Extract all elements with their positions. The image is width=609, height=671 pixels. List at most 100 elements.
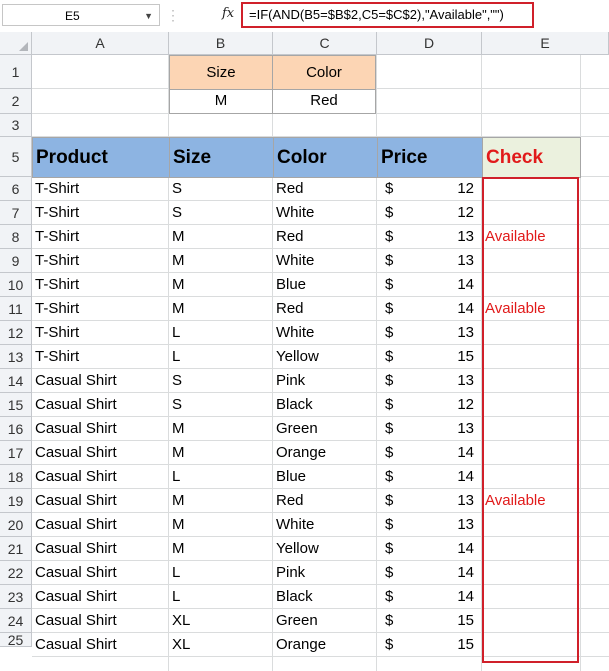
cell-color[interactable]: Pink (273, 561, 377, 585)
lookup-size-value[interactable]: M (169, 89, 273, 114)
cell-product[interactable]: T-Shirt (32, 249, 169, 273)
header-check[interactable]: Check (482, 137, 581, 178)
cell-price[interactable]: $15 (377, 633, 482, 657)
lookup-size-header[interactable]: Size (169, 55, 273, 90)
row-header-22[interactable]: 22 (0, 561, 32, 585)
cell-product[interactable]: T-Shirt (32, 345, 169, 369)
cell-price[interactable]: $13 (377, 513, 482, 537)
cell-product[interactable]: Casual Shirt (32, 537, 169, 561)
cell-product[interactable]: Casual Shirt (32, 489, 169, 513)
row-header-16[interactable]: 16 (0, 417, 32, 441)
cell-size[interactable]: XL (169, 633, 273, 657)
cell-color[interactable]: Blue (273, 273, 377, 297)
cell-product[interactable]: Casual Shirt (32, 633, 169, 657)
row-header-7[interactable]: 7 (0, 201, 32, 225)
cell-size[interactable]: S (169, 393, 273, 417)
cell-product[interactable]: Casual Shirt (32, 609, 169, 633)
cell-size[interactable]: L (169, 465, 273, 489)
cell-color[interactable]: White (273, 321, 377, 345)
cell-price[interactable]: $14 (377, 465, 482, 489)
cell-color[interactable]: Pink (273, 369, 377, 393)
row-header-20[interactable]: 20 (0, 513, 32, 537)
cell-color[interactable]: White (273, 201, 377, 225)
cell-color[interactable]: White (273, 513, 377, 537)
row-header-14[interactable]: 14 (0, 369, 32, 393)
cell-product[interactable]: Casual Shirt (32, 393, 169, 417)
row-header-25[interactable]: 25 (0, 633, 32, 647)
row-header-24[interactable]: 24 (0, 609, 32, 633)
cell-price[interactable]: $13 (377, 489, 482, 513)
column-header-d[interactable]: D (377, 32, 482, 55)
cell-color[interactable]: Yellow (273, 345, 377, 369)
header-color[interactable]: Color (273, 137, 378, 178)
chevron-down-icon[interactable]: ▼ (144, 5, 153, 27)
cell-price[interactable]: $14 (377, 441, 482, 465)
cell-size[interactable]: M (169, 273, 273, 297)
header-product[interactable]: Product (32, 137, 170, 178)
cell-size[interactable]: XL (169, 609, 273, 633)
cell-product[interactable]: T-Shirt (32, 273, 169, 297)
cell-color[interactable]: Green (273, 417, 377, 441)
cell-color[interactable]: Red (273, 489, 377, 513)
row-header-12[interactable]: 12 (0, 321, 32, 345)
cell-price[interactable]: $13 (377, 369, 482, 393)
cell-product[interactable]: T-Shirt (32, 201, 169, 225)
cell-price[interactable]: $14 (377, 537, 482, 561)
column-header-c[interactable]: C (273, 32, 377, 55)
row-header-18[interactable]: 18 (0, 465, 32, 489)
cell-price[interactable]: $12 (377, 393, 482, 417)
cell-color[interactable]: White (273, 249, 377, 273)
select-all-button[interactable] (0, 32, 32, 55)
cell-price[interactable]: $13 (377, 321, 482, 345)
row-header-8[interactable]: 8 (0, 225, 32, 249)
column-header-a[interactable]: A (32, 32, 169, 55)
cell-color[interactable]: Blue (273, 465, 377, 489)
cell-price[interactable]: $15 (377, 609, 482, 633)
row-header-2[interactable]: 2 (0, 89, 32, 114)
cell-product[interactable]: Casual Shirt (32, 417, 169, 441)
cell-size[interactable]: L (169, 561, 273, 585)
cell-price[interactable]: $13 (377, 249, 482, 273)
cell-product[interactable]: Casual Shirt (32, 465, 169, 489)
row-header-11[interactable]: 11 (0, 297, 32, 321)
cell-color[interactable]: Orange (273, 441, 377, 465)
cell-size[interactable]: M (169, 297, 273, 321)
cell-size[interactable]: S (169, 369, 273, 393)
cell-color[interactable]: Red (273, 297, 377, 321)
row-header-6[interactable]: 6 (0, 177, 32, 201)
row-header-5[interactable]: 5 (0, 137, 32, 177)
row-header-17[interactable]: 17 (0, 441, 32, 465)
row-header-15[interactable]: 15 (0, 393, 32, 417)
row-header-1[interactable]: 1 (0, 55, 32, 89)
cell-product[interactable]: Casual Shirt (32, 441, 169, 465)
cell-color[interactable]: Green (273, 609, 377, 633)
cell-product[interactable]: T-Shirt (32, 321, 169, 345)
cell-color[interactable]: Yellow (273, 537, 377, 561)
cell-color[interactable]: Black (273, 585, 377, 609)
column-header-b[interactable]: B (169, 32, 273, 55)
header-size[interactable]: Size (169, 137, 274, 178)
cell-color[interactable]: Red (273, 225, 377, 249)
cell-color[interactable]: Red (273, 177, 377, 201)
cell-price[interactable]: $13 (377, 225, 482, 249)
lookup-color-header[interactable]: Color (272, 55, 376, 90)
cell-product[interactable]: T-Shirt (32, 297, 169, 321)
cell-product[interactable]: Casual Shirt (32, 561, 169, 585)
cell-price[interactable]: $14 (377, 273, 482, 297)
cell-size[interactable]: M (169, 489, 273, 513)
cell-product[interactable]: Casual Shirt (32, 585, 169, 609)
row-header-23[interactable]: 23 (0, 585, 32, 609)
cell-size[interactable]: M (169, 249, 273, 273)
cell-size[interactable]: M (169, 441, 273, 465)
cell-size[interactable]: S (169, 177, 273, 201)
insert-function-icon[interactable]: fx (222, 6, 234, 21)
column-header-e[interactable]: E (482, 32, 609, 55)
cell-color[interactable]: Orange (273, 633, 377, 657)
cell-price[interactable]: $14 (377, 561, 482, 585)
cell-size[interactable]: L (169, 321, 273, 345)
cell-product[interactable]: T-Shirt (32, 177, 169, 201)
row-header-3[interactable]: 3 (0, 114, 32, 137)
name-box[interactable]: E5 ▼ (2, 4, 160, 26)
cell-product[interactable]: T-Shirt (32, 225, 169, 249)
lookup-color-value[interactable]: Red (272, 89, 376, 114)
